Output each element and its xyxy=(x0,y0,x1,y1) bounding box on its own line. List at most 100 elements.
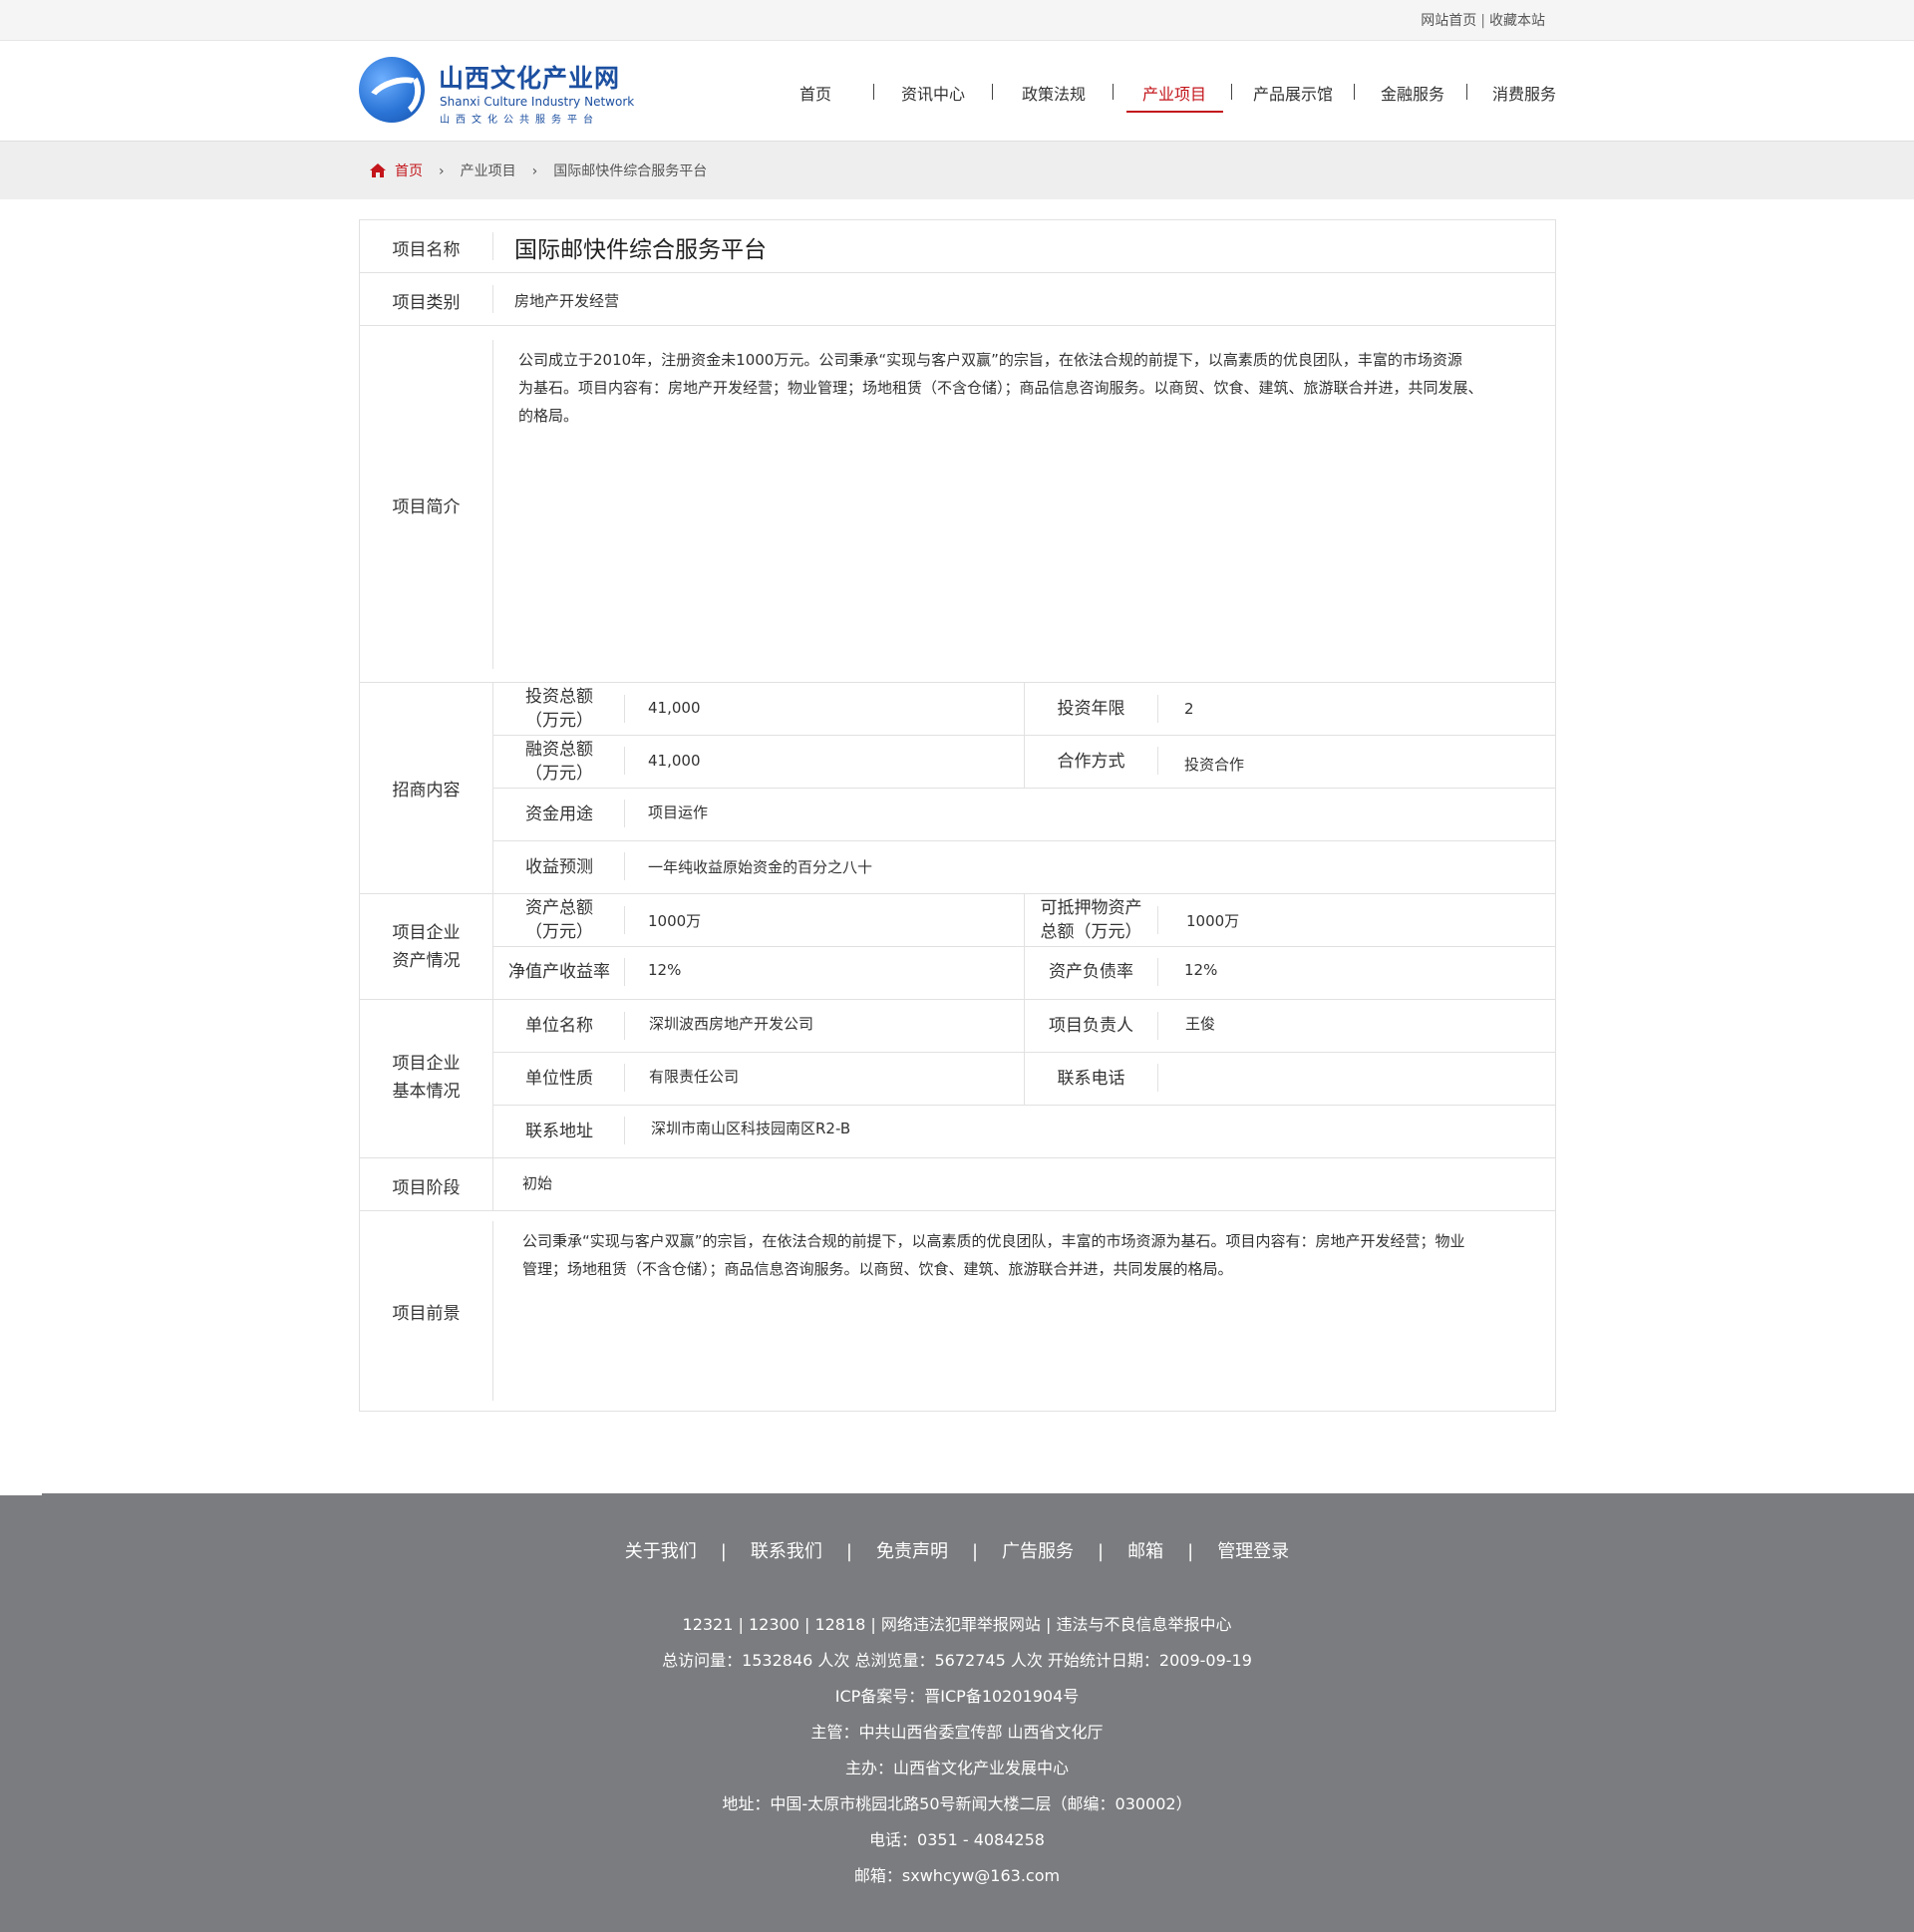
category-value: 房地产开发经营 xyxy=(514,292,620,310)
row-intro: 项目简介 公司成立于2010年，注册资金未1000万元。公司秉承“实现与客户双赢… xyxy=(360,326,1555,683)
roe-label: 净值产收益率 xyxy=(508,962,610,982)
nav-item-projects[interactable]: 产业项目 xyxy=(1142,81,1206,105)
stage-value: 初始 xyxy=(522,1174,553,1192)
footer-stats: 总访问量：1532846 人次 总浏览量：5672745 人次 开始统计日期：2… xyxy=(662,1651,1252,1670)
address-value: 深圳市南山区科技园南区R2-B xyxy=(651,1120,851,1137)
cooperation-value: 投资合作 xyxy=(1184,756,1245,774)
top-links: 网站首页 | 收藏本站 xyxy=(1421,10,1545,30)
prospect-text: 公司秉承“实现与客户双赢”的宗旨，在依法合规的前提下，以高素质的优良团队，丰富的… xyxy=(522,1227,1544,1283)
footer-link-mail[interactable]: 邮箱 xyxy=(1127,1541,1163,1562)
investment-label: 招商内容 xyxy=(392,781,461,801)
row-divider xyxy=(493,840,1555,841)
label-line: （万元） xyxy=(525,764,593,784)
footer-phone: 电话：0351 - 4084258 xyxy=(869,1830,1045,1849)
cell-divider xyxy=(1157,695,1158,723)
footer-link-about[interactable]: 关于我们 xyxy=(625,1541,697,1562)
bookmark-link[interactable]: 收藏本站 xyxy=(1489,13,1545,29)
breadcrumb-current: 国际邮快件综合服务平台 xyxy=(553,163,708,179)
financing-total-label: 融资总额 （万元） xyxy=(493,738,625,786)
breadcrumb-separator: › xyxy=(531,163,538,179)
fund-use-value: 项目运作 xyxy=(648,804,709,821)
return-forecast-value: 一年纯收益原始资金的百分之八十 xyxy=(648,858,873,876)
intro-label: 项目简介 xyxy=(392,497,461,517)
breadcrumb-home[interactable]: 首页 xyxy=(395,163,423,179)
nav-item-home[interactable]: 首页 xyxy=(799,81,831,105)
footer-link-contact[interactable]: 联系我们 xyxy=(751,1541,822,1562)
intro-text: 公司成立于2010年，注册资金未1000万元。公司秉承“实现与客户双赢”的宗旨，… xyxy=(518,346,1540,430)
basic-info-label: 项目企业 基本情况 xyxy=(360,1050,492,1106)
logo-english: Shanxi Culture Industry Network xyxy=(440,95,635,109)
manager-value: 王俊 xyxy=(1185,1015,1216,1033)
nav-divider xyxy=(1466,84,1467,100)
nav-item-news[interactable]: 资讯中心 xyxy=(901,81,965,105)
footer-organizer: 主办：山西省文化产业发展中心 xyxy=(844,1759,1069,1777)
footer-email[interactable]: 邮箱：sxwhcyw@163.com xyxy=(0,1862,1914,1886)
prospect-label: 项目前景 xyxy=(392,1304,461,1324)
footer-nav: 关于我们 | 联系我们 | 免责声明 | 广告服务 | 邮箱 | 管理登录 xyxy=(0,1537,1914,1563)
footer-icp[interactable]: ICP备案号：晋ICP备10201904号 xyxy=(0,1683,1914,1707)
row-divider xyxy=(493,1105,1555,1106)
site-header: 山西文化产业网 Shanxi Culture Industry Network … xyxy=(0,41,1914,142)
prospect-line: 公司秉承“实现与客户双赢”的宗旨，在依法合规的前提下，以高素质的优良团队，丰富的… xyxy=(522,1232,1465,1250)
phone-label: 联系电话 xyxy=(1057,1069,1125,1089)
nav-divider xyxy=(992,84,993,100)
manager-label: 项目负责人 xyxy=(1049,1016,1133,1036)
project-name-label: 项目名称 xyxy=(392,240,461,260)
cell-divider xyxy=(492,1158,493,1210)
breadcrumb-projects[interactable]: 产业项目 xyxy=(461,163,516,179)
nav-divider xyxy=(1231,84,1232,100)
roe-value: 12% xyxy=(648,961,682,979)
home-icon xyxy=(370,163,386,177)
investment-term-label: 投资年限 xyxy=(1057,699,1125,719)
footer-supervisor: 主管：中共山西省委宣传部 山西省文化厅 xyxy=(810,1723,1104,1742)
asset-total-value: 1000万 xyxy=(648,912,702,930)
logo-emblem-icon xyxy=(359,57,429,123)
footer-link-admin-login[interactable]: 管理登录 xyxy=(1217,1541,1289,1562)
nav-item-finance[interactable]: 金融服务 xyxy=(1381,81,1444,105)
unit-name-label: 单位名称 xyxy=(525,1016,593,1036)
investment-total-label: 投资总额 （万元） xyxy=(493,685,625,733)
label-line: 资产总额 xyxy=(525,898,593,918)
row-divider xyxy=(493,788,1555,789)
category-label: 项目类别 xyxy=(392,293,461,313)
debt-ratio-label: 资产负债率 xyxy=(1049,962,1133,982)
footer-nav-separator: | xyxy=(971,1541,979,1562)
project-detail-table: 项目名称 国际邮快件综合服务平台 项目类别 房地产开发经营 项目简介 公司成立于… xyxy=(359,219,1556,1412)
label-line: 可抵押物资产 xyxy=(1040,898,1142,918)
unit-nature-value: 有限责任公司 xyxy=(649,1068,740,1086)
footer-link-ads[interactable]: 广告服务 xyxy=(1002,1541,1074,1562)
label-line: 资产情况 xyxy=(392,951,461,971)
stage-label: 项目阶段 xyxy=(392,1178,461,1198)
nav-divider xyxy=(1354,84,1355,100)
footer-notch xyxy=(0,1493,42,1495)
label-line: 项目企业 xyxy=(392,1054,461,1074)
nav-item-policy[interactable]: 政策法规 xyxy=(1022,81,1086,105)
row-investment: 招商内容 投资总额 （万元） 41,000 投资年限 2 融资总额 （万元） 4… xyxy=(360,683,1555,894)
nav-item-consumer[interactable]: 消费服务 xyxy=(1492,81,1556,105)
footer-report-links[interactable]: 12321 | 12300 | 12818 | 网络违法犯罪举报网站 | 违法与… xyxy=(0,1611,1914,1635)
site-logo[interactable]: 山西文化产业网 Shanxi Culture Industry Network … xyxy=(359,55,638,127)
intro-line: 的格局。 xyxy=(518,407,579,425)
prospect-line: 管理；场地租赁（不含仓储）；商品信息咨询服务。以商贸、饮食、建筑、旅游联合并进，… xyxy=(522,1260,1233,1278)
footer-link-disclaimer[interactable]: 免责声明 xyxy=(876,1541,948,1562)
project-name: 国际邮快件综合服务平台 xyxy=(514,237,767,263)
row-project-name: 项目名称 国际邮快件综合服务平台 xyxy=(360,220,1555,273)
cell-divider xyxy=(1157,906,1158,934)
intro-line: 为基石。项目内容有：房地产开发经营；物业管理；场地租赁（不含仓储）；商品信息咨询… xyxy=(518,379,1483,397)
cell-divider xyxy=(1157,747,1158,775)
label-line: 融资总额 xyxy=(525,740,593,760)
nav-item-products[interactable]: 产品展示馆 xyxy=(1253,81,1333,105)
cell-divider xyxy=(1157,958,1158,986)
row-assets: 项目企业 资产情况 资产总额 （万元） 1000万 可抵押物资产 总额（万元） … xyxy=(360,894,1555,1000)
site-footer: 关于我们 | 联系我们 | 免责声明 | 广告服务 | 邮箱 | 管理登录 12321 | 1230… xyxy=(0,1493,1914,1932)
footer-nav-separator: | xyxy=(1098,1541,1105,1562)
top-bar: 网站首页 | 收藏本站 xyxy=(0,0,1914,41)
logo-subtitle: 山西文化公共服务平台 xyxy=(440,115,599,126)
breadcrumb-bar: 首页 › 产业项目 › 国际邮快件综合服务平台 xyxy=(0,142,1914,199)
row-basic-info: 项目企业 基本情况 单位名称 深圳波西房地产开发公司 项目负责人 王俊 单位性质… xyxy=(360,1000,1555,1158)
logo-title: 山西文化产业网 xyxy=(439,64,621,93)
address-label: 联系地址 xyxy=(525,1122,593,1141)
investment-term-value: 2 xyxy=(1184,700,1194,718)
site-home-link[interactable]: 网站首页 xyxy=(1421,13,1476,29)
cooperation-label: 合作方式 xyxy=(1057,752,1125,772)
